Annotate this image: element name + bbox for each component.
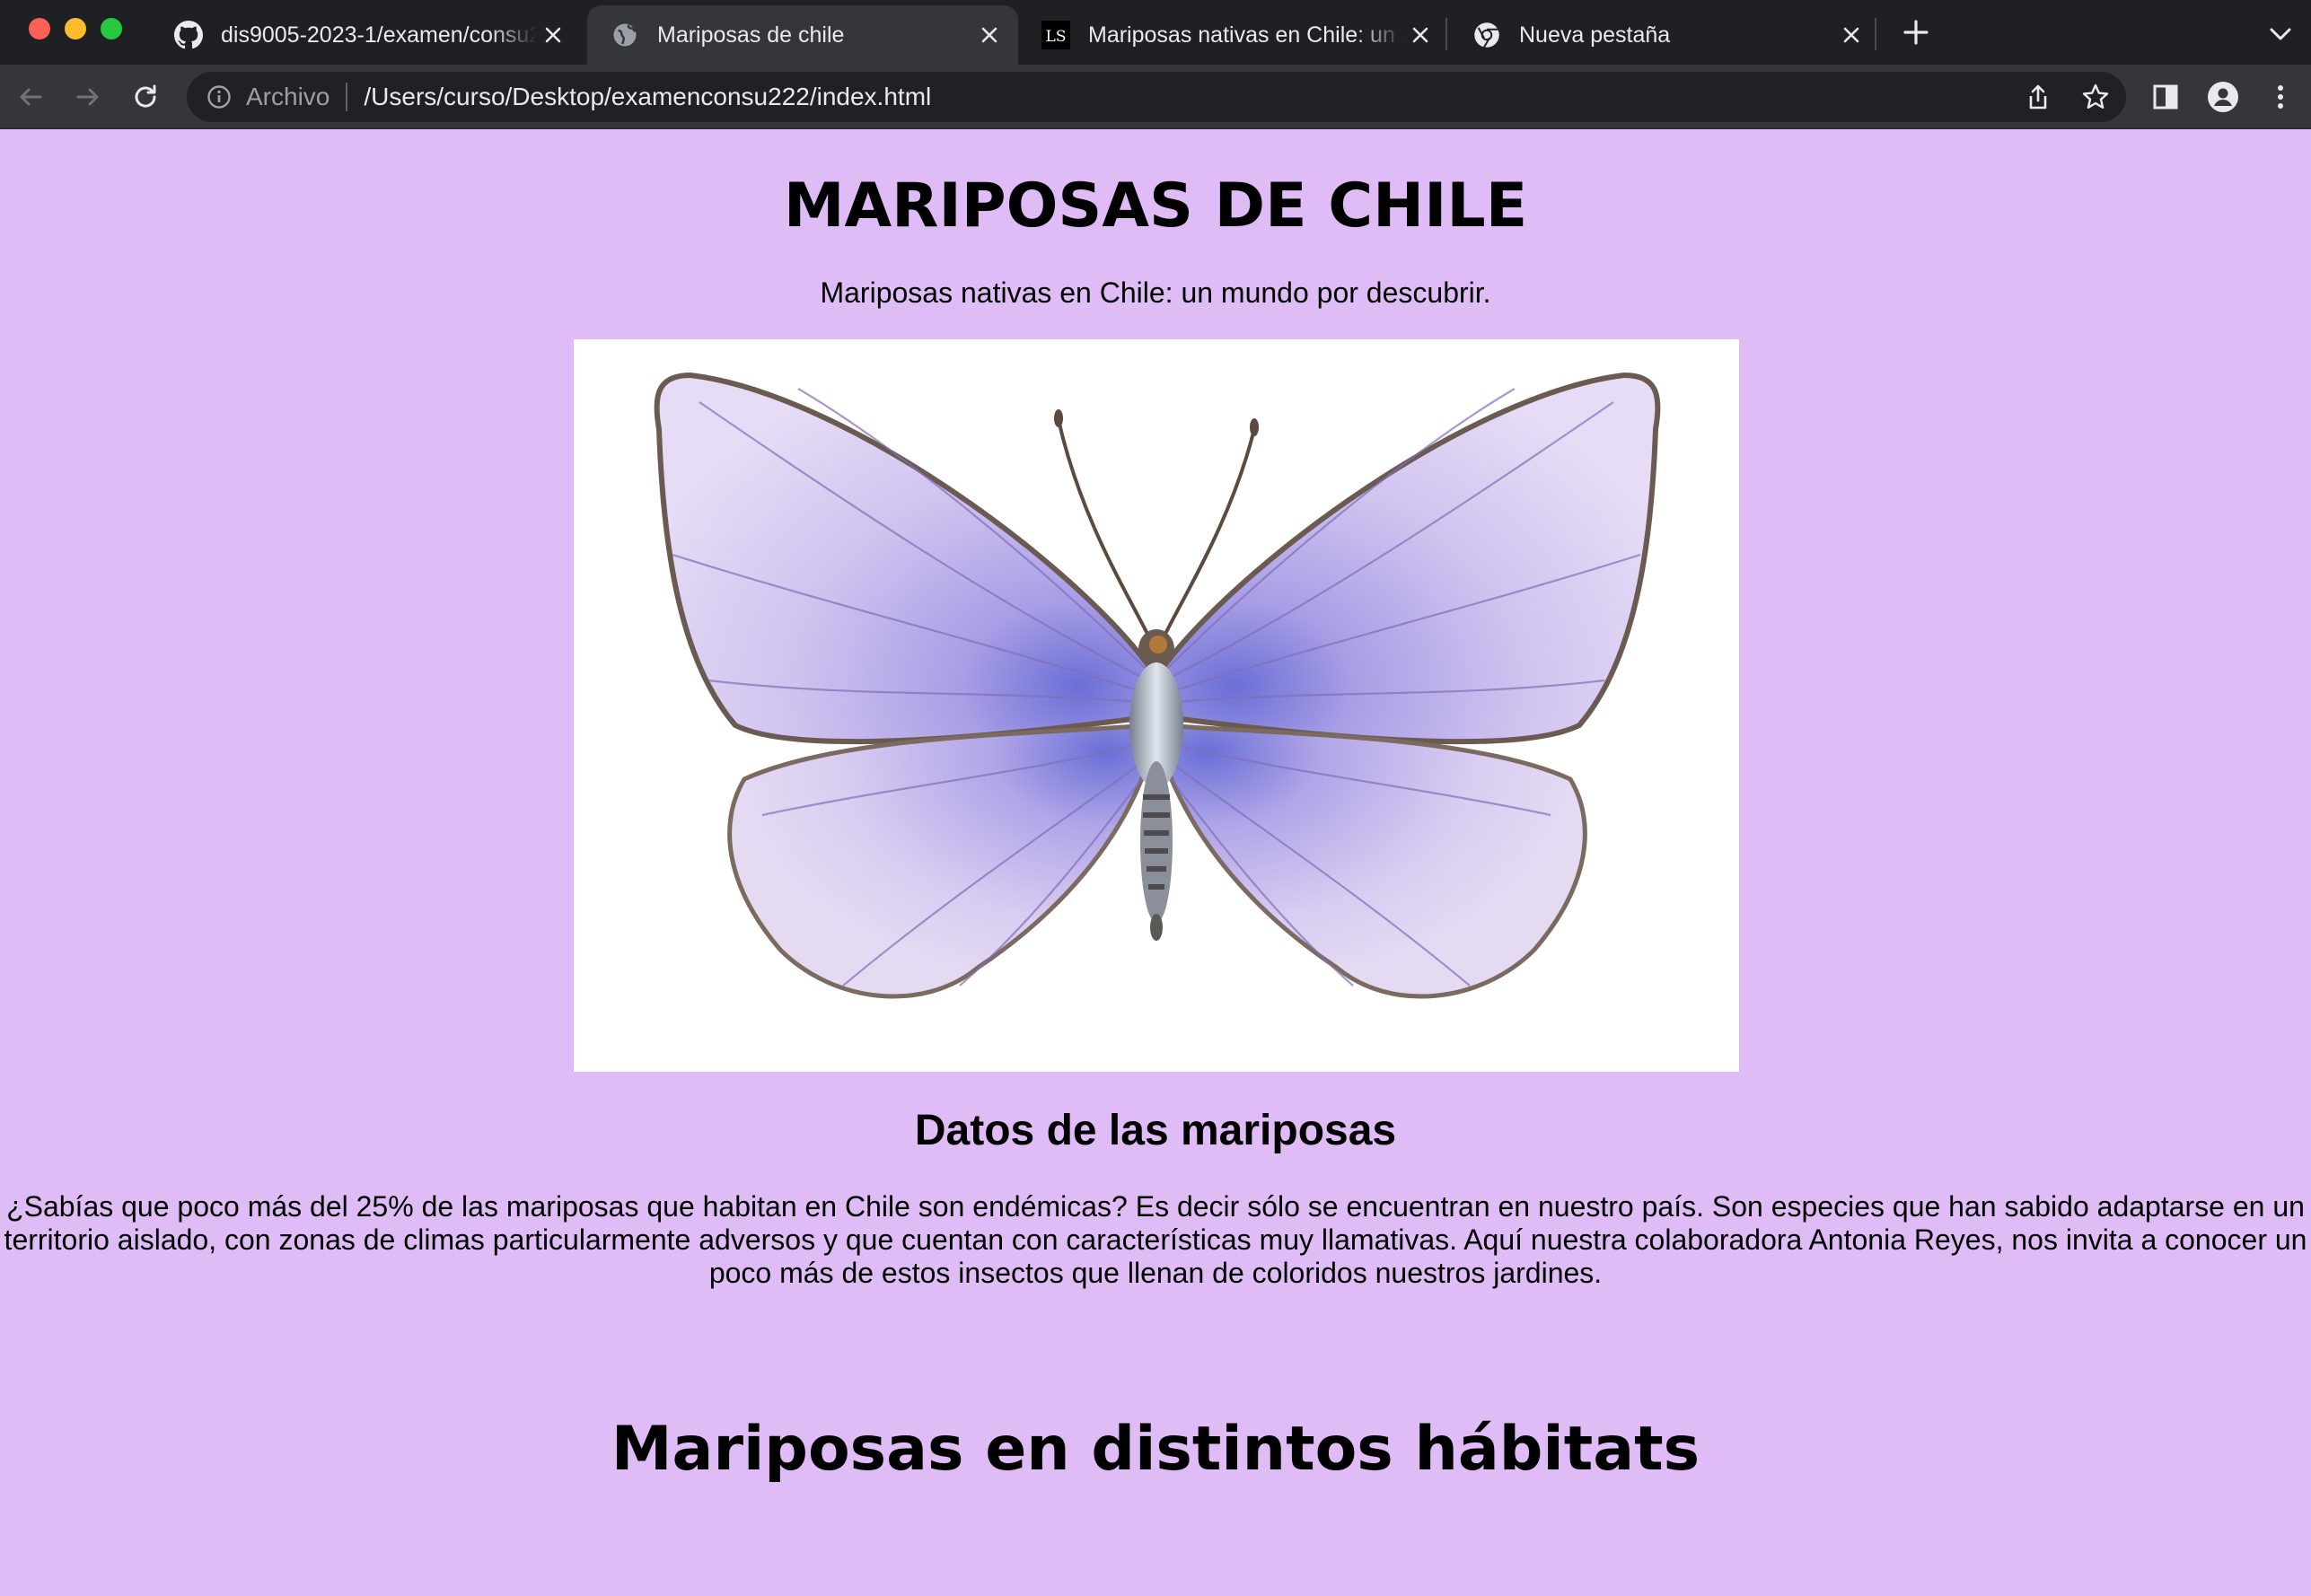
new-tab-plus-icon[interactable] [1898, 14, 1934, 50]
tab-nueva-pestana[interactable]: Nueva pestaña [1449, 5, 1880, 65]
tab-search-chevron-down-icon[interactable] [2263, 16, 2298, 52]
butterfly-illustration [654, 372, 1661, 999]
forward-arrow-icon[interactable] [70, 79, 106, 115]
tab-close-icon[interactable] [1404, 19, 1437, 51]
address-bar[interactable]: Archivo /Users/curso/Desktop/examenconsu… [187, 72, 2126, 122]
chrome-icon [1472, 21, 1501, 49]
tab-mariposas-nativas[interactable]: LS Mariposas nativas en Chile: un mundo … [1018, 5, 1449, 65]
tab-close-icon[interactable] [1835, 19, 1867, 51]
page-subtitle: Mariposas nativas en Chile: un mundo por… [820, 276, 1491, 309]
github-icon [174, 21, 203, 49]
more-menu-icon[interactable] [2264, 81, 2297, 113]
page-content: MARIPOSAS DE CHILE Mariposas nativas en … [0, 131, 2311, 1596]
datos-paragraph: ¿Sabías que poco más del 25% de las mari… [4, 1190, 2307, 1289]
svg-text:LS: LS [1046, 28, 1067, 46]
tab-title: Nueva pestaña [1519, 22, 1671, 48]
profile-avatar-icon[interactable] [2207, 81, 2239, 113]
tab-close-icon[interactable] [973, 19, 1006, 51]
globe-icon [611, 21, 639, 49]
tab-title: Mariposas nativas en Chile: un mundo por… [1088, 22, 1404, 48]
reload-icon[interactable] [127, 79, 163, 115]
window-minimize-button[interactable] [65, 18, 86, 39]
section-title-datos: Datos de las mariposas [914, 1107, 1397, 1154]
address-url[interactable]: /Users/curso/Desktop/examenconsu222/inde… [364, 83, 931, 111]
page-title: MARIPOSAS DE CHILE [783, 171, 1528, 241]
bookmark-star-icon[interactable] [2079, 81, 2112, 113]
tab-mariposas-de-chile[interactable]: Mariposas de chile [587, 5, 1018, 65]
tab-strip: dis9005-2023-1/examen/consu222 Mariposas… [0, 0, 2311, 65]
tab-title: dis9005-2023-1/examen/consu222 [221, 22, 537, 48]
tab-github[interactable]: dis9005-2023-1/examen/consu222 [151, 5, 582, 65]
share-icon[interactable] [2022, 81, 2054, 113]
address-divider [346, 83, 348, 111]
browser-toolbar: Archivo /Users/curso/Desktop/examenconsu… [0, 65, 2311, 129]
butterfly-hero-image [574, 339, 1739, 1072]
tab-close-icon[interactable] [537, 19, 569, 51]
window-close-button[interactable] [29, 18, 50, 39]
address-scheme-label: Archivo [246, 83, 330, 110]
side-panel-icon[interactable] [2149, 81, 2182, 113]
site-info-icon[interactable] [205, 83, 233, 111]
tab-separator [1875, 18, 1876, 50]
section-title-habitats: Mariposas en distintos hábitats [611, 1414, 1700, 1485]
tab-separator [1445, 18, 1447, 50]
back-arrow-icon[interactable] [13, 79, 48, 115]
window-zoom-button[interactable] [101, 18, 122, 39]
tab-title: Mariposas de chile [657, 22, 845, 48]
ls-icon: LS [1041, 21, 1070, 49]
